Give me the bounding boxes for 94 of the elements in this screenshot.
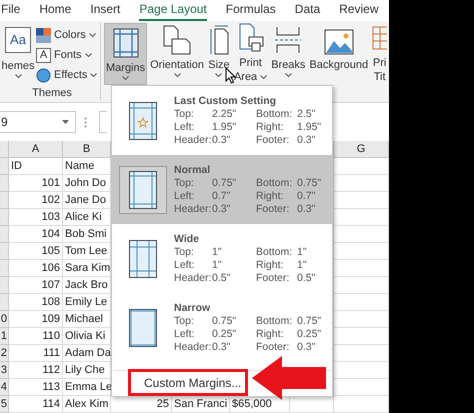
table-cell: 104	[9, 226, 63, 243]
table-cell	[334, 379, 389, 396]
select-all-corner[interactable]	[0, 141, 9, 158]
caret-icon	[90, 73, 98, 77]
table-cell	[334, 345, 389, 362]
row-header[interactable]	[0, 192, 9, 209]
table-cell: 109	[9, 311, 63, 328]
row-header[interactable]	[0, 260, 9, 277]
table-cell	[334, 243, 389, 260]
table-cell: 103	[9, 209, 63, 226]
margins-button[interactable]: Margins	[104, 23, 148, 85]
breaks-button[interactable]: Breaks	[270, 21, 306, 84]
grip-icon	[84, 116, 87, 128]
table-cell: 106	[9, 260, 63, 277]
row-header[interactable]: 2	[0, 345, 9, 362]
background-button[interactable]: Background	[308, 21, 370, 84]
custom-margins-item[interactable]: Custom Margins...	[142, 373, 244, 393]
margin-preset-item[interactable]: Last Custom Setting Top: 2.25" Bottom: 2.5" Left: 1.95" Right: 1.95" Header:0.3" Footer: 0.3"	[112, 86, 332, 155]
pages-icon	[162, 25, 192, 55]
table-cell	[334, 175, 389, 192]
orientation-button[interactable]: Orientation	[149, 21, 205, 84]
theme-option-button[interactable]: Colors	[36, 27, 98, 43]
row-header[interactable]	[0, 158, 9, 175]
caret-icon	[14, 74, 22, 78]
row-header[interactable]: 3	[0, 362, 9, 379]
table-cell: ID	[9, 158, 63, 175]
table-cell: 102	[9, 192, 63, 209]
table-cell: 110	[9, 328, 63, 345]
table-cell: 112	[9, 362, 63, 379]
table-cell	[334, 260, 389, 277]
table-cell	[334, 311, 389, 328]
ribbon-tab[interactable]: Formulas	[226, 2, 276, 21]
ribbon-tab[interactable]: Insert	[90, 2, 120, 21]
table-cell	[334, 396, 389, 413]
font-letter-icon: A	[36, 48, 51, 62]
table-cell	[334, 362, 389, 379]
row-header[interactable]: 4	[0, 379, 9, 396]
row-header[interactable]	[0, 277, 9, 294]
margin-preset-item[interactable]: Narrow Top: 0.75" Bottom: 0.75" Left: 0.25" Right: 0.25" Header:0.3" Footer: 0.3"	[112, 293, 332, 362]
column-header[interactable]: B	[63, 141, 111, 158]
circle-icon	[36, 68, 51, 82]
row-header[interactable]: 0	[0, 311, 9, 328]
row-header[interactable]	[0, 209, 9, 226]
row-header[interactable]	[0, 175, 9, 192]
table-cell	[334, 209, 389, 226]
page-break-icon	[274, 25, 302, 55]
group-label: Themes	[31, 87, 73, 100]
print-area-button[interactable]: Print Area	[232, 21, 268, 84]
page-margins-icon	[112, 28, 139, 58]
ribbon-tab[interactable]: Data	[294, 2, 320, 21]
page-margins-icon	[129, 308, 157, 346]
page-size-icon	[208, 25, 230, 55]
table-cell: 108	[9, 294, 63, 311]
margin-preset-item[interactable]: Wide Top: 1" Bottom: 1" Left: 1" Right: 1" Header:0.5" Footer: 0.5"	[112, 224, 332, 293]
row-header[interactable]	[0, 243, 9, 260]
color-squares-icon	[36, 28, 51, 42]
table-cell	[334, 192, 389, 209]
landscape-image-icon	[324, 29, 354, 55]
name-box[interactable]: 9	[0, 111, 76, 133]
themes-icon: Aa	[5, 27, 31, 53]
themes-button[interactable]: Aa hemes	[0, 23, 36, 87]
margin-preset-item[interactable]: Normal Top: 0.75" Bottom: 0.75" Left: 0.7" Right: 0.7" Header:0.3" Footer: 0.3"	[112, 155, 332, 224]
page-margins-icon	[129, 240, 157, 278]
caret-icon	[88, 33, 96, 37]
table-cell: 113	[9, 379, 63, 396]
row-header[interactable]	[0, 226, 9, 243]
size-button[interactable]: Size	[206, 21, 231, 84]
table-cell	[334, 294, 389, 311]
ribbon-tab[interactable]: Home	[39, 2, 72, 21]
formula-field[interactable]	[99, 111, 107, 133]
page-margins-icon	[129, 102, 157, 140]
table-cell	[334, 158, 389, 175]
column-header[interactable]: G	[334, 141, 389, 158]
table-cell: 114	[9, 396, 63, 413]
table-cell	[334, 226, 389, 243]
column-header[interactable]: A	[9, 141, 63, 158]
theme-option-button[interactable]: A Fonts	[36, 47, 98, 63]
page-margins-icon	[129, 170, 157, 208]
table-cell: Alex Kim	[63, 396, 111, 413]
row-header[interactable]: 1	[0, 328, 9, 345]
table-cell: 101	[9, 175, 63, 192]
row-header[interactable]	[0, 294, 9, 311]
ribbon-tab[interactable]: Review	[339, 2, 378, 21]
table-cell: 107	[9, 277, 63, 294]
caret-icon	[62, 120, 69, 124]
row-header[interactable]: 5	[0, 396, 9, 413]
caret-icon	[84, 53, 92, 57]
table-cell	[334, 328, 389, 345]
table-cell: 111	[9, 345, 63, 362]
table-cell	[334, 277, 389, 294]
theme-option-button[interactable]: Effects	[36, 67, 98, 83]
table-cell: 105	[9, 243, 63, 260]
ribbon-tab[interactable]: File	[1, 2, 20, 21]
print-titles-button[interactable]: Pri Tit	[371, 21, 388, 84]
